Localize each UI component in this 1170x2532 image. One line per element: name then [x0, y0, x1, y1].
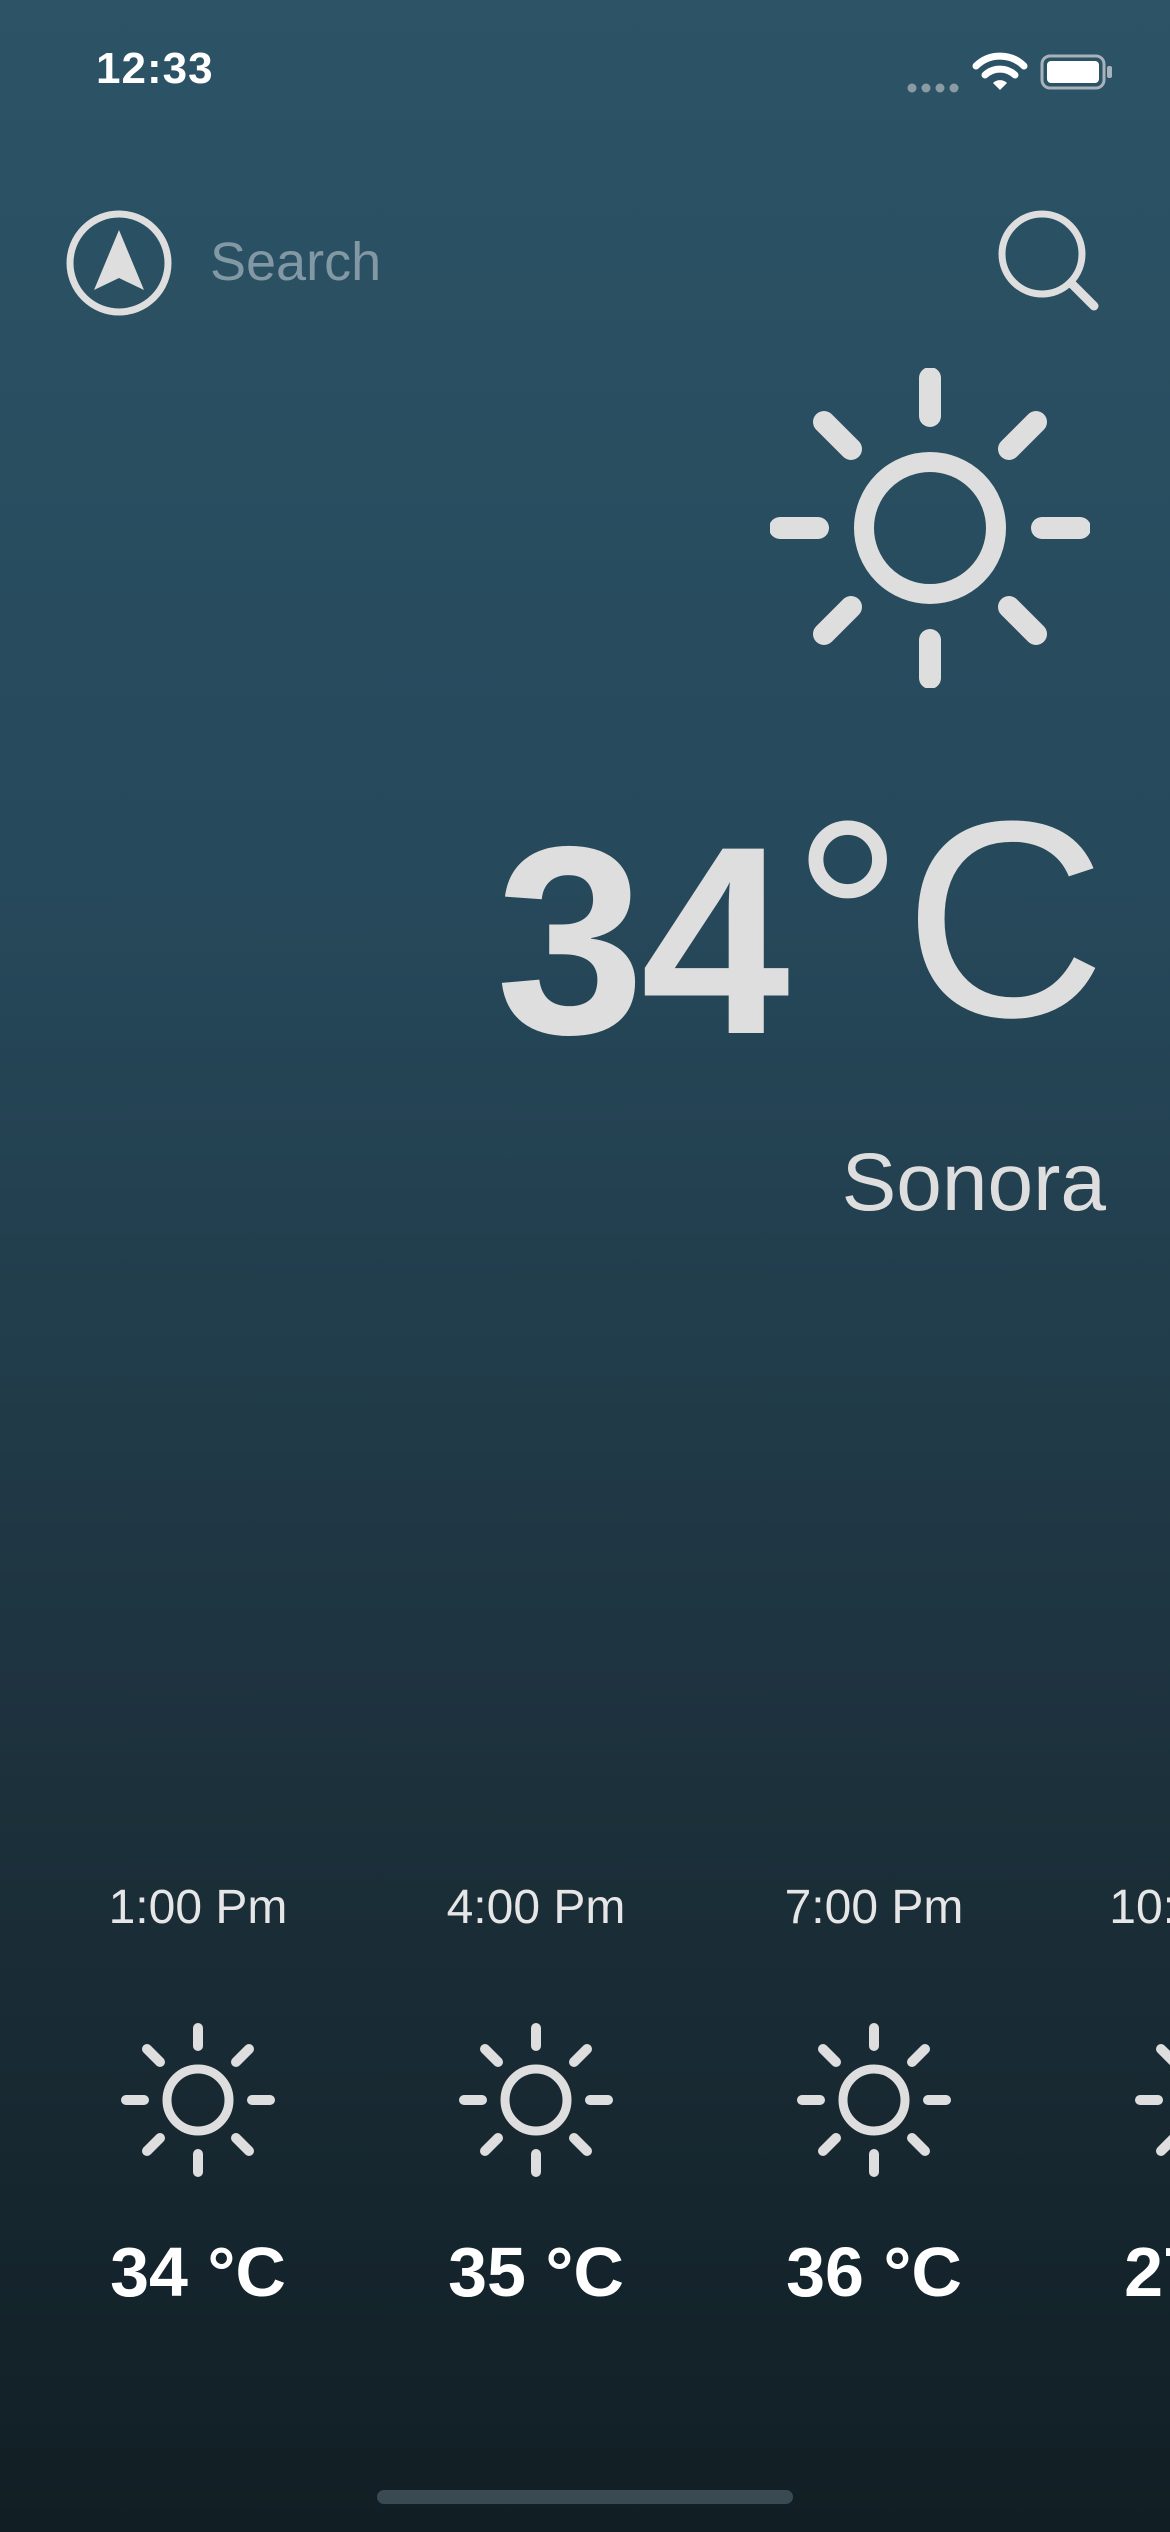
battery-full-icon — [1040, 54, 1112, 90]
forecast-time: 4:00 Pm — [446, 1881, 626, 1934]
forecast-item[interactable]: 1:00 Pm 34 °C — [48, 1880, 348, 2340]
forecast-item[interactable]: 7:00 Pm 36 °C — [724, 1880, 1024, 2340]
home-indicator[interactable] — [377, 2490, 793, 2504]
forecast-time: 7:00 Pm — [784, 1881, 964, 1934]
forecast-time: 10:00 Pm — [1109, 1881, 1170, 1934]
search-icon[interactable] — [994, 206, 1112, 324]
forecast-item[interactable]: 4:00 Pm 35 °C — [386, 1880, 686, 2340]
forecast-temperature: 27 °C — [1124, 2233, 1170, 2311]
forecast-item[interactable]: 10:00 Pm 27 °C — [1062, 1880, 1170, 2340]
city-name: Sonora — [841, 1137, 1106, 1228]
temperature-value: 34 — [495, 790, 790, 1090]
cellular-signal-icon — [907, 83, 959, 93]
location-arrow-icon[interactable] — [64, 208, 174, 318]
forecast-temperature: 34 °C — [110, 2233, 286, 2311]
search-input[interactable] — [210, 222, 950, 302]
temperature-unit: °C — [791, 764, 1106, 1076]
sun-icon — [1135, 2044, 1170, 2156]
wifi-icon — [972, 52, 1028, 90]
weather-screen: 12:33 Search 34 °C Sonora 1:00 Pm 34 °C … — [0, 0, 1170, 2532]
sun-icon — [797, 2023, 951, 2177]
status-bar-time: 12:33 — [96, 44, 214, 93]
current-temperature: 34 °C — [496, 764, 1106, 1076]
sun-icon — [459, 2023, 613, 2177]
sun-icon — [121, 2023, 275, 2177]
sun-icon — [770, 368, 1090, 688]
forecast-temperature: 36 °C — [786, 2233, 962, 2311]
forecast-temperature: 35 °C — [448, 2233, 624, 2311]
forecast-time: 1:00 Pm — [108, 1881, 288, 1934]
hourly-forecast[interactable]: 1:00 Pm 34 °C 4:00 Pm 35 °C 7:00 Pm 36 °… — [0, 1880, 1170, 2340]
